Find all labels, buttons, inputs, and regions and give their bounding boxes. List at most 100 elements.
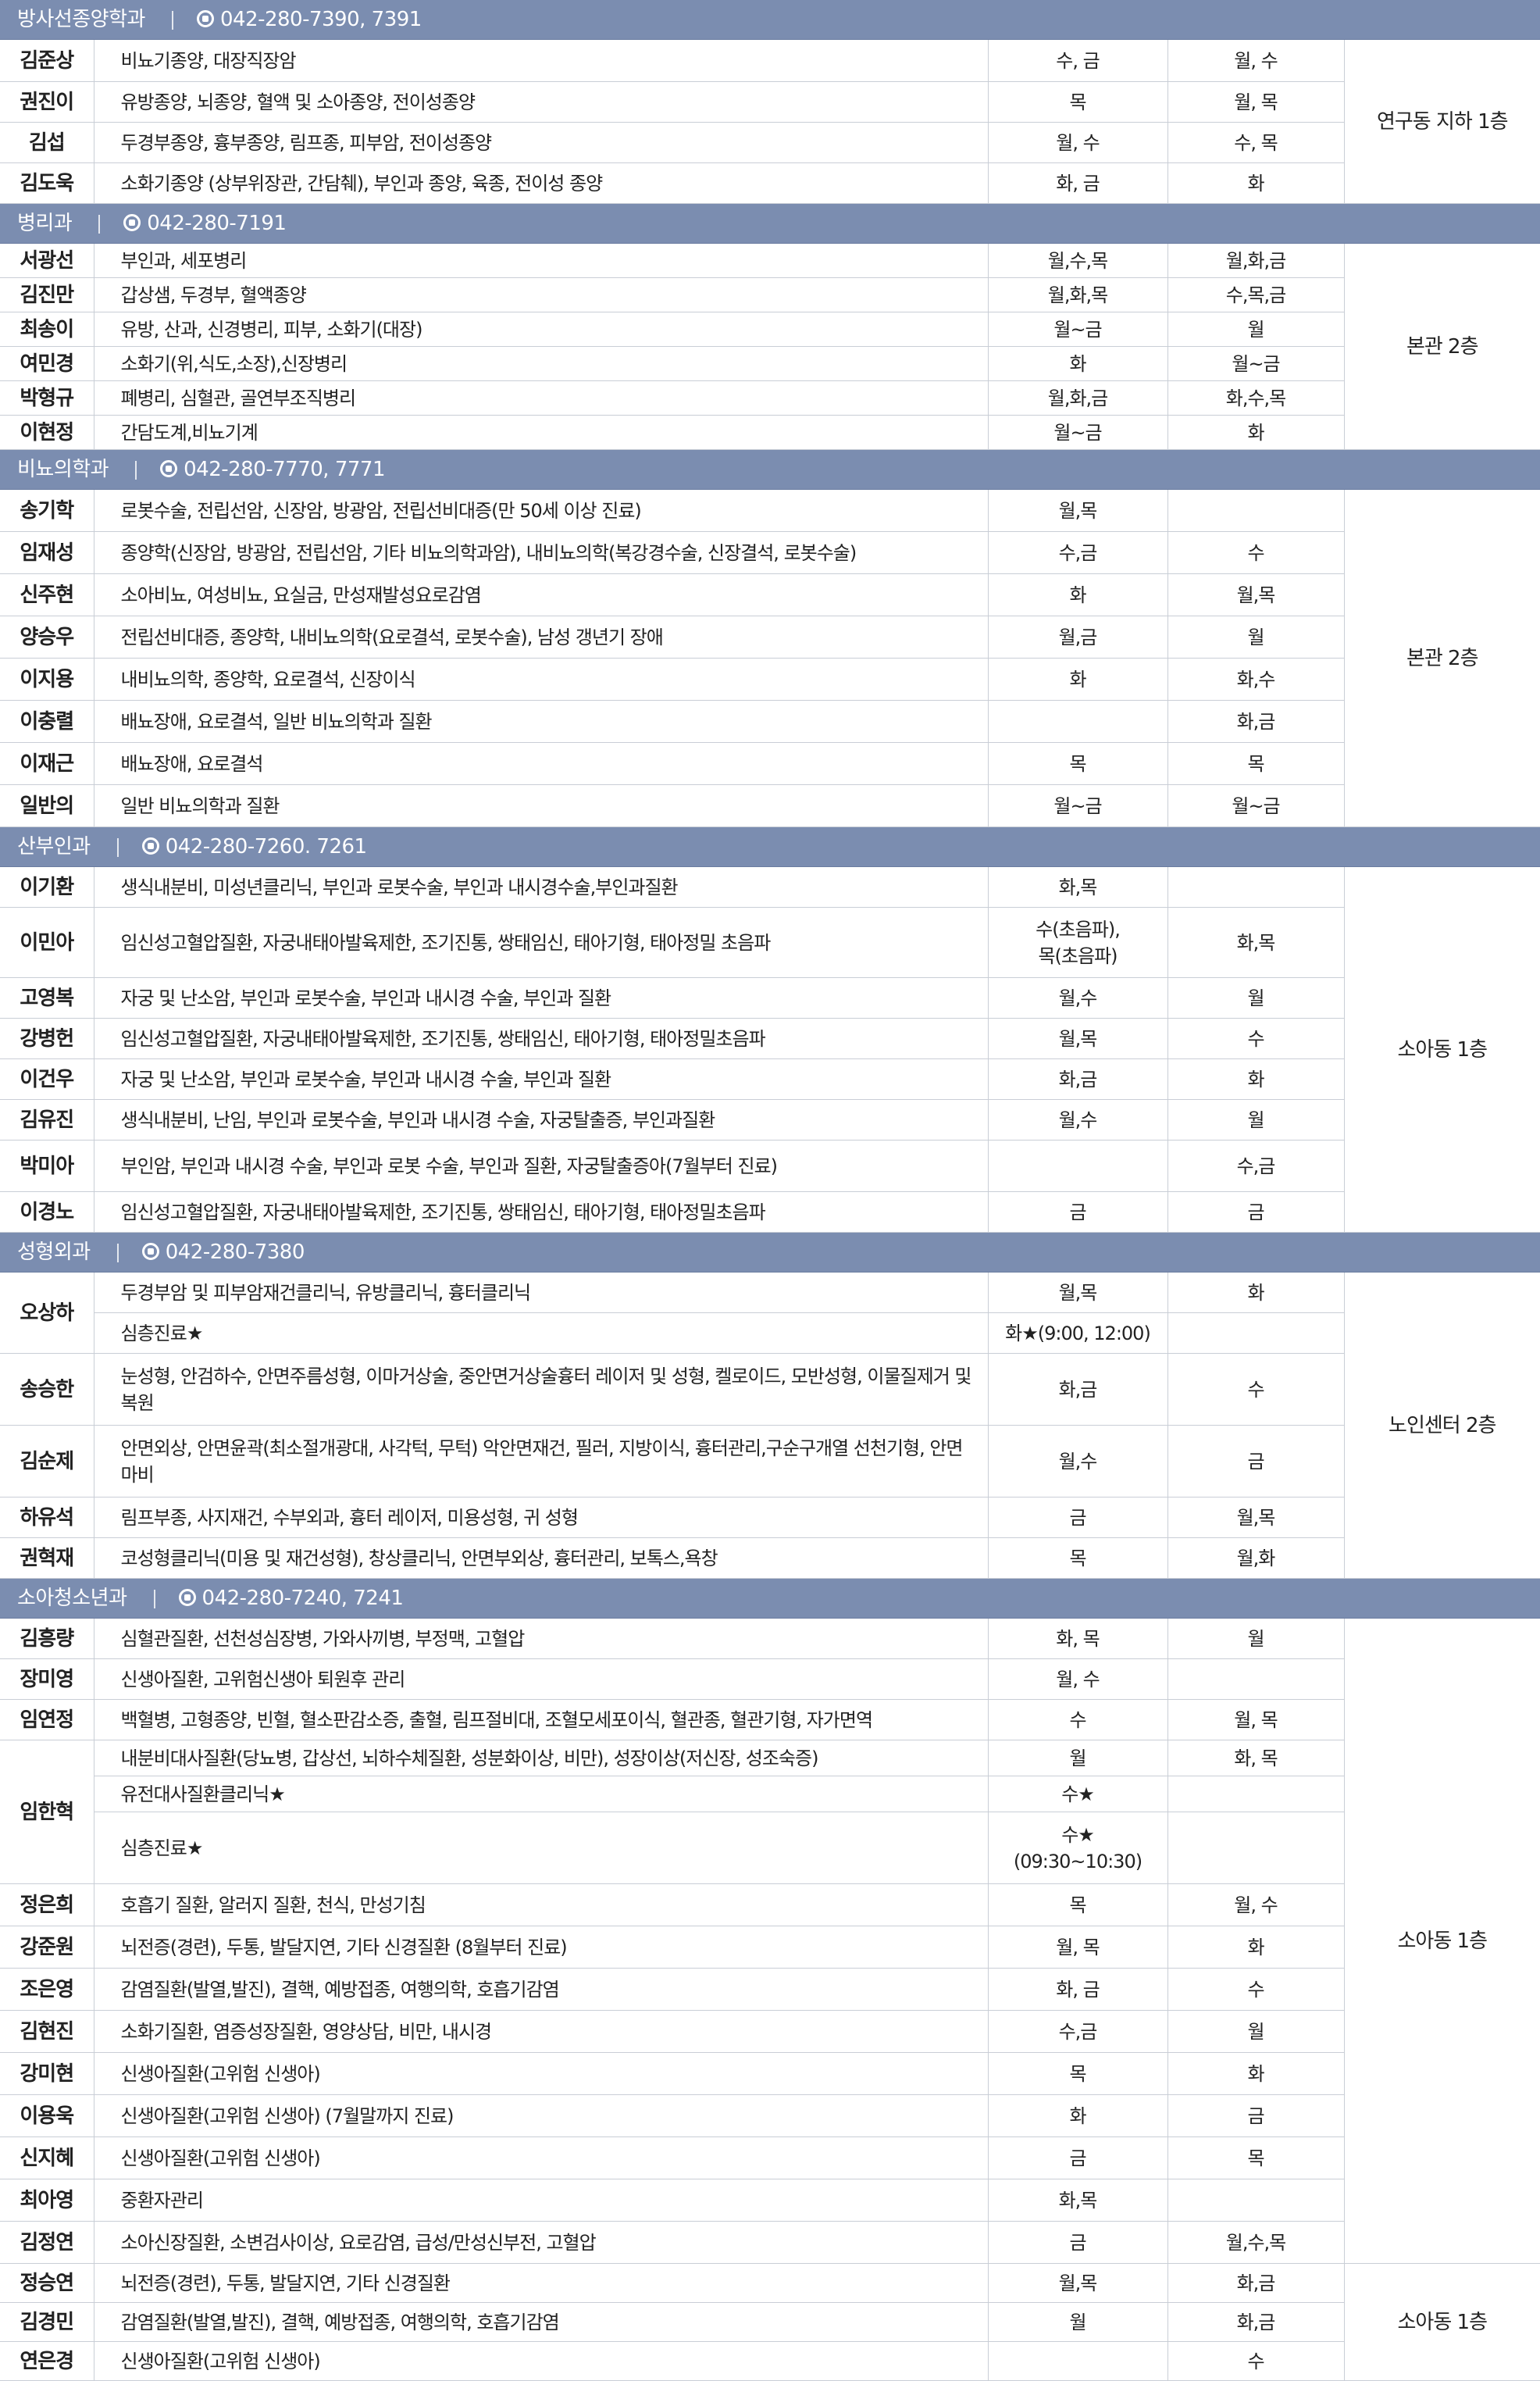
specialty: 자궁 및 난소암, 부인과 로봇수술, 부인과 내시경 수술, 부인과 질환	[94, 977, 989, 1019]
specialty: 뇌전증(경련), 두통, 발달지연, 기타 신경질환	[94, 2263, 989, 2303]
specialty: 갑상샘, 두경부, 혈액종양	[94, 277, 989, 312]
table-row: 고영복 자궁 및 난소암, 부인과 로봇수술, 부인과 내시경 수술, 부인과 질…	[0, 977, 1540, 1019]
pm-days: 월	[1167, 2010, 1345, 2053]
doctor-name: 최송이	[0, 312, 94, 347]
doctor-name: 장미영	[0, 1658, 94, 1700]
doctor-name: 이용욱	[0, 2094, 94, 2137]
am-days: 월, 수	[988, 1658, 1168, 1700]
dept-name: 소아청소년과	[17, 1587, 127, 1610]
am-days: 월,목	[988, 2263, 1168, 2303]
am-days: 금	[988, 1191, 1168, 1233]
am-days: 월,금	[988, 616, 1168, 659]
specialty: 신생아질환(고위험 신생아) (7월말까지 진료)	[94, 2094, 989, 2137]
specialty: 임신성고혈압질환, 자궁내태아발육제한, 조기진통, 쌍태임신, 태아기형, 태…	[94, 1018, 989, 1059]
am-days: 월~금	[988, 784, 1168, 827]
doctor-name: 이현정	[0, 415, 94, 450]
doctor-name: 이기환	[0, 866, 94, 908]
am-days: 수★ (09:30~10:30)	[988, 1812, 1168, 1884]
doctor-name: 일반의	[0, 784, 94, 827]
doctor-name: 임한혁	[0, 1740, 94, 1884]
doctor-name: 김순제	[0, 1425, 94, 1497]
pm-days: 월	[1167, 1099, 1345, 1141]
divider	[171, 10, 173, 30]
am-days: 월~금	[988, 312, 1168, 347]
pm-days: 화	[1167, 2052, 1345, 2095]
phone-icon	[123, 213, 141, 231]
pm-days: 화	[1167, 1926, 1345, 1969]
dept-header-row: 성형외과 042-280-7380	[0, 1232, 1540, 1273]
table-row: 심층진료★ 화★(9:00, 12:00)	[0, 1312, 1540, 1354]
table-row: 신지혜 신생아질환(고위험 신생아) 금 목	[0, 2136, 1540, 2179]
doctor-name: 이경노	[0, 1191, 94, 1233]
am-days: 월, 목	[988, 1926, 1168, 1969]
am-days: 월, 수	[988, 122, 1168, 163]
pm-days	[1167, 1776, 1345, 1812]
dept-header: 소아청소년과 042-280-7240, 7241	[0, 1578, 1540, 1619]
dept-phone: 042-280-7260. 7261	[165, 835, 367, 859]
dept-phone: 042-280-7390, 7391	[219, 8, 422, 31]
doctor-name: 이지용	[0, 658, 94, 701]
schedule-table: 방사선종양학과 042-280-7390, 7391 김준상 비뇨기종양, 대장직장암…	[0, 0, 1540, 2381]
dept-header: 산부인과 042-280-7260. 7261	[0, 826, 1540, 867]
specialty: 소화기질환, 염증성장질환, 영양상담, 비만, 내시경	[94, 2010, 989, 2053]
am-days: 수,금	[988, 531, 1168, 574]
doctor-name: 이민아	[0, 907, 94, 978]
dept-name: 병리과	[17, 212, 73, 235]
am-days	[988, 2341, 1168, 2381]
table-row: 연은경 신생아질환(고위험 신생아) 수	[0, 2341, 1540, 2381]
doctor-name: 신지혜	[0, 2136, 94, 2179]
specialty: 눈성형, 안검하수, 안면주름성형, 이마거상술, 중안면거상술흉터 레이저 및…	[94, 1353, 989, 1426]
dept-header-row: 병리과 042-280-7191	[0, 203, 1540, 244]
pm-days: 화,금	[1167, 700, 1345, 743]
pm-days: 화	[1167, 1058, 1345, 1100]
pm-days: 월,수,목	[1167, 2221, 1345, 2264]
table-row: 유전대사질환클리닉★ 수★	[0, 1776, 1540, 1812]
location: 본관 2층	[1344, 489, 1540, 827]
am-days: 목	[988, 2052, 1168, 2095]
specialty: 내비뇨의학, 종양학, 요로결석, 신장이식	[94, 658, 989, 701]
specialty: 부인과, 세포병리	[94, 243, 989, 278]
specialty: 유전대사질환클리닉★	[94, 1776, 989, 1812]
doctor-name: 김섭	[0, 122, 94, 163]
dept-name: 방사선종양학과	[17, 8, 145, 31]
dept-header: 성형외과 042-280-7380	[0, 1232, 1540, 1273]
pm-days: 금	[1167, 2094, 1345, 2137]
specialty: 유방종양, 뇌종양, 혈액 및 소아종양, 전이성종양	[94, 81, 989, 123]
table-row: 강준원 뇌전증(경련), 두통, 발달지연, 기타 신경질환 (8월부터 진료) 월…	[0, 1926, 1540, 1969]
doctor-name: 송승한	[0, 1353, 94, 1426]
specialty: 소화기종양 (상부위장관, 간담췌), 부인과 종양, 육종, 전이성 종양	[94, 162, 989, 204]
dept-name: 산부인과	[17, 835, 91, 859]
specialty: 배뇨장애, 요로결석, 일반 비뇨의학과 질환	[94, 700, 989, 743]
specialty: 부인암, 부인과 내시경 수술, 부인과 로봇 수술, 부인과 질환, 자궁탈출…	[94, 1140, 989, 1192]
table-row: 이기환 생식내분비, 미성년클리닉, 부인과 로봇수술, 부인과 내시경수술,부인…	[0, 866, 1540, 1233]
location: 연구동 지하 1층	[1344, 39, 1540, 204]
pm-days: 화	[1167, 162, 1345, 204]
am-days: 월,화,목	[988, 277, 1168, 312]
am-days: 화	[988, 2094, 1168, 2137]
table-row: 오상하 두경부암 및 피부암재건클리닉, 유방클리닉, 흉터클리닉 월,목 화 노인센터…	[0, 1272, 1540, 1579]
specialty: 뇌전증(경련), 두통, 발달지연, 기타 신경질환 (8월부터 진료)	[94, 1926, 989, 1969]
specialty: 백혈병, 고형종양, 빈혈, 혈소판감소증, 출혈, 림프절비대, 조혈모세포이…	[94, 1699, 989, 1740]
pm-days: 화, 목	[1167, 1740, 1345, 1776]
table-row: 김섭 두경부종양, 흉부종양, 림프종, 피부암, 전이성종양 월, 수 수, 목	[0, 122, 1540, 163]
doctor-name: 신주현	[0, 573, 94, 616]
am-days: 월,수,목	[988, 243, 1168, 278]
doctor-name: 강병헌	[0, 1018, 94, 1059]
table-row: 신주현 소아비뇨, 여성비뇨, 요실금, 만성재발성요로감염 화 월,목	[0, 573, 1540, 616]
doctor-name: 연은경	[0, 2341, 94, 2381]
table-row: 김유진 생식내분비, 난임, 부인과 로봇수술, 부인과 내시경 수술, 자궁탈출…	[0, 1099, 1540, 1141]
table-row: 일반의 일반 비뇨의학과 질환 월~금 월~금	[0, 784, 1540, 827]
dept-header-row: 소아청소년과 042-280-7240, 7241	[0, 1578, 1540, 1619]
doctor-name: 정승연	[0, 2263, 94, 2303]
table-row: 임재성 종양학(신장암, 방광암, 전립선암, 기타 비뇨의학과암), 내비뇨의학…	[0, 531, 1540, 574]
doctor-name: 여민경	[0, 346, 94, 381]
pm-days: 금	[1167, 1425, 1345, 1497]
am-days: 수★	[988, 1776, 1168, 1812]
am-days: 화, 금	[988, 1968, 1168, 2011]
am-days: 금	[988, 1497, 1168, 1538]
pm-days: 화,수,목	[1167, 380, 1345, 416]
am-days: 화, 금	[988, 162, 1168, 204]
pm-days: 수	[1167, 2341, 1345, 2381]
pm-days: 수	[1167, 1968, 1345, 2011]
specialty: 두경부종양, 흉부종양, 림프종, 피부암, 전이성종양	[94, 122, 989, 163]
